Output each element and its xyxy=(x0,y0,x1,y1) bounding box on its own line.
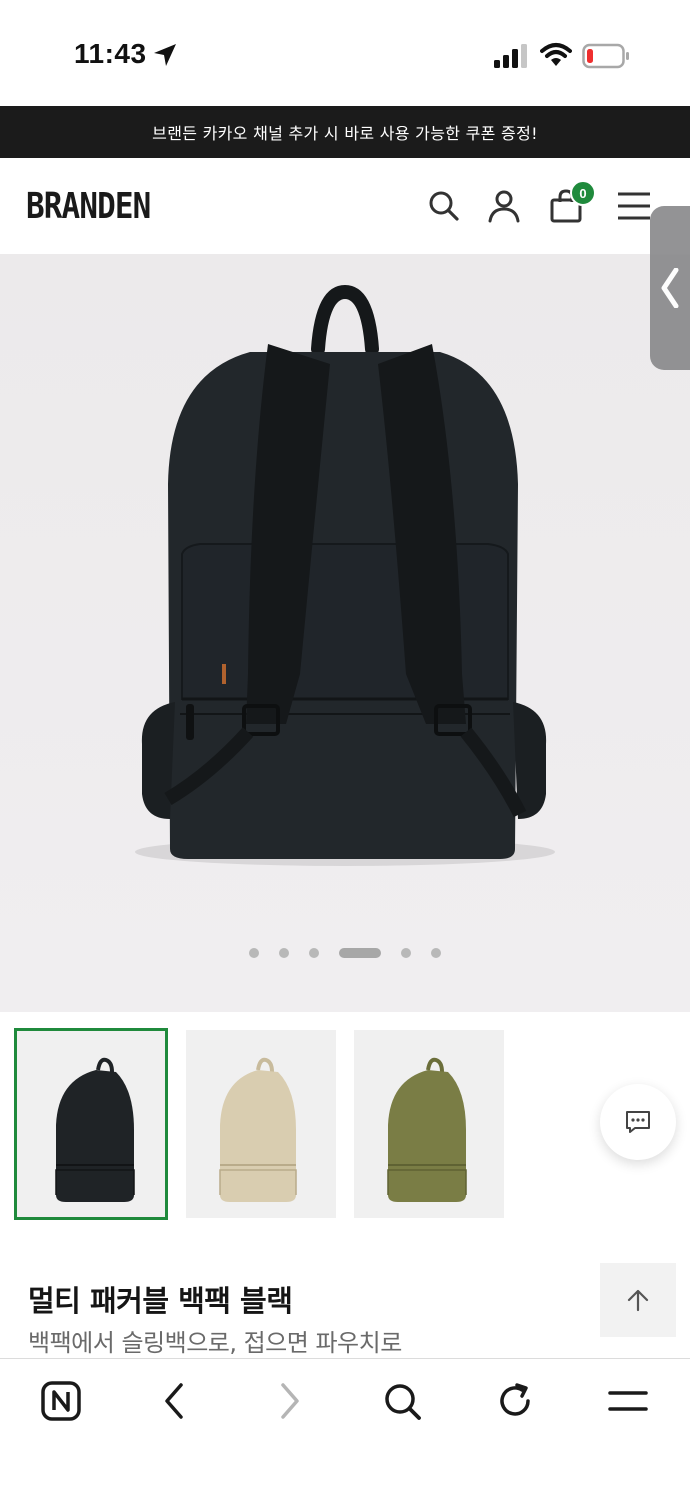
status-time: 11:43 xyxy=(74,38,147,69)
product-title: 멀티 패커블 백팩 블랙 xyxy=(28,1284,293,1318)
chat-bubble-icon xyxy=(626,1111,650,1133)
carousel-dot[interactable] xyxy=(431,948,441,958)
promo-text: 브랜든 카카오 채널 추가 시 바로 사용 가능한 쿠폰 증정! xyxy=(152,124,538,143)
hamburger-menu-icon[interactable] xyxy=(616,188,652,224)
thumbnail-olive[interactable] xyxy=(354,1030,504,1218)
site-header: BRANDEN xyxy=(0,158,690,254)
naver-home-icon xyxy=(41,1381,81,1421)
battery-low-icon xyxy=(582,43,629,69)
cellular-signal-icon xyxy=(494,44,527,68)
chat-button[interactable] xyxy=(600,1084,676,1160)
carousel-dot[interactable] xyxy=(249,948,259,958)
carousel-dot[interactable] xyxy=(309,948,319,958)
chevron-left-icon xyxy=(661,268,679,308)
backpack-olive-thumbnail xyxy=(387,1057,467,1202)
carousel-dot[interactable] xyxy=(401,948,411,958)
forward-icon xyxy=(281,1383,299,1419)
forward-button[interactable] xyxy=(267,1379,311,1423)
thumbnail-black[interactable] xyxy=(14,1028,168,1220)
backpack-black-thumbnail xyxy=(55,1057,135,1202)
brand-logo[interactable]: BRANDEN xyxy=(26,186,151,227)
account-icon[interactable] xyxy=(486,188,522,224)
back-icon xyxy=(165,1383,183,1419)
carousel-dot-active[interactable] xyxy=(339,948,381,958)
status-bar: 11:43 xyxy=(0,0,690,106)
cart-count-badge: 0 xyxy=(570,180,596,206)
browser-toolbar xyxy=(0,1358,690,1501)
location-arrow-icon xyxy=(154,44,176,66)
search-icon[interactable] xyxy=(426,188,462,224)
back-button[interactable] xyxy=(153,1379,197,1423)
browser-search-button[interactable] xyxy=(380,1379,424,1423)
thumbnail-beige[interactable] xyxy=(186,1030,336,1218)
naver-home-button[interactable] xyxy=(39,1379,83,1423)
carousel-dots xyxy=(0,946,690,960)
side-drawer-tab[interactable] xyxy=(650,206,690,370)
wifi-icon xyxy=(540,43,572,66)
carousel-dot[interactable] xyxy=(279,948,289,958)
product-image-carousel[interactable] xyxy=(0,254,690,1012)
backpack-image xyxy=(135,284,555,866)
color-thumbnails xyxy=(0,1012,690,1232)
reload-button[interactable] xyxy=(493,1379,537,1423)
search-icon xyxy=(385,1384,421,1420)
reload-icon xyxy=(500,1383,530,1416)
arrow-up-icon xyxy=(627,1289,649,1312)
promo-banner[interactable]: 브랜든 카카오 채널 추가 시 바로 사용 가능한 쿠폰 증정! xyxy=(0,106,690,158)
menu-icon xyxy=(608,1391,648,1411)
product-subtitle: 백팩에서 슬링백으로, 접으면 파우치로 xyxy=(28,1329,402,1357)
browser-menu-button[interactable] xyxy=(606,1379,650,1423)
scroll-to-top-button[interactable] xyxy=(600,1263,676,1337)
backpack-beige-thumbnail xyxy=(219,1057,297,1202)
